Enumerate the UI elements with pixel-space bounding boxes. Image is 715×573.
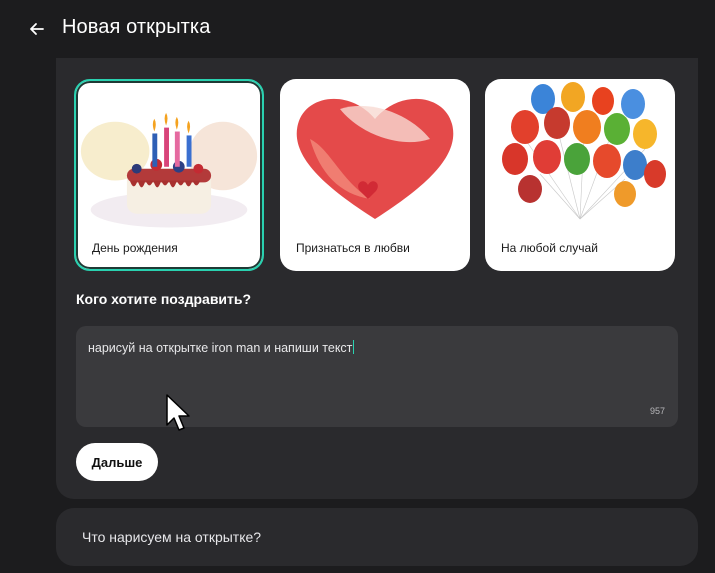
top-bar: Новая открытка	[0, 0, 715, 58]
drawing-section-collapsed[interactable]: Что нарисуем на открытке?	[56, 508, 698, 566]
recipient-text-input[interactable]: нарисуй на открытке iron man и напиши те…	[76, 326, 678, 427]
card-option-love[interactable]: Признаться в любви	[280, 79, 470, 271]
card-label: Признаться в любви	[296, 241, 410, 255]
page-title: Новая открытка	[62, 16, 211, 38]
birthday-cake-image	[80, 112, 258, 228]
text-caret	[353, 340, 355, 354]
input-value: нарисуй на открытке iron man и напиши те…	[88, 341, 353, 355]
card-option-any[interactable]: На любой случай	[485, 79, 675, 271]
card-label: День рождения	[92, 241, 178, 255]
character-counter: 957	[649, 406, 665, 416]
heart-image	[296, 98, 454, 219]
balloons-image	[502, 82, 666, 220]
card-option-birthday[interactable]: День рождения	[74, 79, 264, 271]
next-button[interactable]: Дальше	[76, 443, 158, 481]
arrow-left-icon[interactable]	[26, 18, 48, 40]
card-label: На любой случай	[501, 241, 598, 255]
recipient-question-label: Кого хотите поздравить?	[76, 291, 252, 307]
drawing-section-title: Что нарисуем на открытке?	[82, 529, 262, 545]
